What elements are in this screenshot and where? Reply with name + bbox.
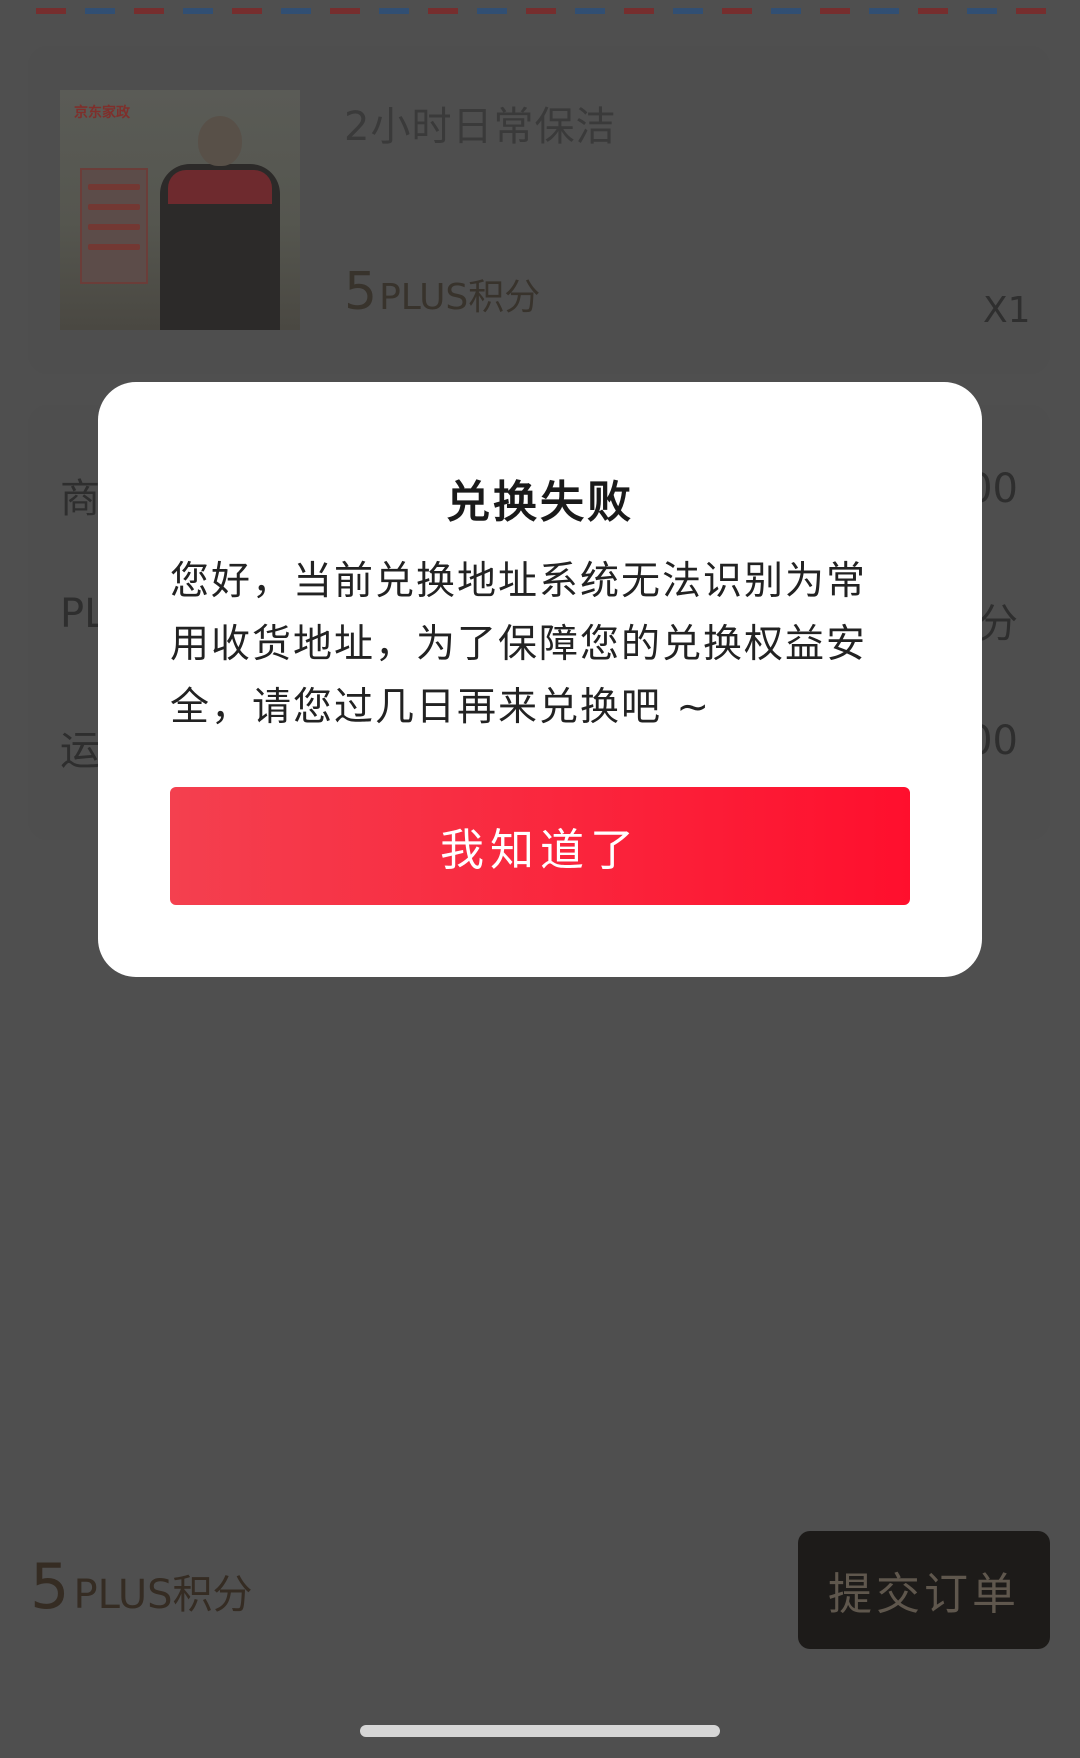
poster-line xyxy=(88,184,140,190)
poster-line xyxy=(88,224,140,230)
dialog-message: 您好，当前兑换地址系统无法识别为常用收货地址，为了保障您的兑换权益安全，请您过几… xyxy=(170,559,868,730)
product-quantity: X1 xyxy=(983,290,1031,331)
product-image-uniform xyxy=(168,170,272,204)
total-price: 5 PLUS积分 xyxy=(30,1550,253,1623)
product-price: 5PLUS积分 xyxy=(344,262,540,322)
confirm-button[interactable]: 我知道了 xyxy=(170,787,910,905)
product-image[interactable]: 京东家政 xyxy=(60,90,300,330)
fee-row-value: 分 xyxy=(978,601,1018,647)
product-price-number: 5 xyxy=(344,262,378,322)
home-indicator[interactable] xyxy=(360,1725,720,1737)
product-image-head xyxy=(198,116,242,166)
product-image-poster xyxy=(80,168,148,284)
address-airmail-stripe xyxy=(36,8,1046,14)
fee-row-label: 商 xyxy=(60,476,100,522)
product-price-unit: PLUS积分 xyxy=(379,277,541,318)
fee-row-label: 运 xyxy=(60,728,100,774)
submit-order-button[interactable]: 提交订单 xyxy=(798,1531,1050,1649)
dialog-title: 兑换失败 xyxy=(446,477,634,528)
total-price-number: 5 xyxy=(30,1550,70,1623)
exchange-failed-dialog: 兑换失败 您好，当前兑换地址系统无法识别为常用收货地址，为了保障您的兑换权益安全… xyxy=(98,382,982,977)
product-image-brand: 京东家政 xyxy=(74,105,130,121)
product-title: 2小时日常保洁 xyxy=(344,104,617,150)
total-price-unit: PLUS积分 xyxy=(73,1572,253,1618)
poster-line xyxy=(88,204,140,210)
poster-line xyxy=(88,244,140,250)
